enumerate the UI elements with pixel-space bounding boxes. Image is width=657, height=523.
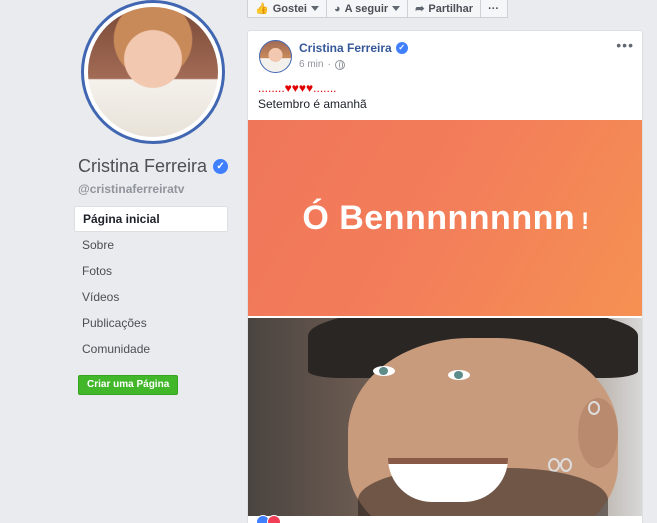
follow-button[interactable]: ◕ A seguir [327, 0, 409, 18]
chevron-down-icon [392, 6, 401, 11]
nav-item-home[interactable]: Página inicial [74, 206, 228, 232]
verified-badge-icon: ✓ [213, 159, 229, 174]
page-handle: @cristinaferreiratv [78, 182, 185, 196]
chevron-down-icon [310, 6, 319, 11]
nav-item-posts[interactable]: Publicações [74, 310, 228, 336]
page-name-text[interactable]: Cristina Ferreira [78, 156, 207, 177]
verified-badge-icon: ✓ [395, 42, 408, 54]
nav-item-photos[interactable]: Fotos [74, 258, 228, 284]
post-text: ........♥♥♥♥....... Setembro é amanhã [258, 80, 367, 112]
profile-photo [88, 7, 218, 137]
post-options-button[interactable]: ••• [616, 37, 634, 53]
rss-icon: ◕ [333, 2, 341, 15]
love-reaction-icon [267, 515, 281, 523]
banner-text-bang: ! [581, 207, 590, 235]
follow-label: A seguir [344, 2, 389, 15]
thumbs-up-icon: 👍 [255, 3, 269, 15]
post-meta: 6 min · [299, 59, 345, 70]
share-arrow-icon: ➦ [415, 3, 425, 15]
nav-item-about[interactable]: Sobre [74, 232, 228, 258]
like-page-button[interactable]: 👍 Gostei [248, 0, 327, 18]
page-nav: Página inicial Sobre Fotos Vídeos Public… [74, 206, 228, 362]
like-label: Gostei [272, 2, 307, 15]
post-author[interactable]: Cristina Ferreira ✓ [299, 41, 408, 55]
page-action-bar: 👍 Gostei ◕ A seguir ➦ Partilhar ··· [247, 0, 508, 18]
create-page-button[interactable]: Criar uma Página [78, 375, 179, 395]
share-label: Partilhar [428, 2, 474, 15]
reaction-icons[interactable] [256, 515, 281, 523]
post-image-banner[interactable]: Ó Bennnnnnnnn! [248, 120, 642, 316]
banner-text-main: Ó Bennnnnnnnn [302, 198, 576, 237]
more-label: ··· [488, 2, 500, 15]
globe-icon [334, 59, 345, 70]
post-author-avatar[interactable] [259, 40, 292, 73]
post-author-name[interactable]: Cristina Ferreira [299, 41, 392, 55]
banner-text: Ó Bennnnnnnnn! [302, 199, 589, 238]
post-timestamp[interactable]: 6 min [299, 59, 323, 70]
profile-picture[interactable] [81, 0, 225, 144]
post-text-line2: Setembro é amanhã [258, 97, 367, 111]
nav-item-videos[interactable]: Vídeos [74, 284, 228, 310]
nav-item-community[interactable]: Comunidade [74, 336, 228, 362]
post-image-photo[interactable] [248, 318, 642, 516]
page-sidebar: Cristina Ferreira ✓ @cristinaferreiratv … [0, 0, 240, 523]
page-title[interactable]: Cristina Ferreira ✓ [78, 156, 229, 177]
post-card: Cristina Ferreira ✓ 6 min · ••• ........… [247, 30, 643, 523]
more-options-button[interactable]: ··· [481, 0, 506, 18]
share-button[interactable]: ➦ Partilhar [408, 0, 482, 18]
post-text-line1: ........♥♥♥♥....... [258, 81, 337, 95]
